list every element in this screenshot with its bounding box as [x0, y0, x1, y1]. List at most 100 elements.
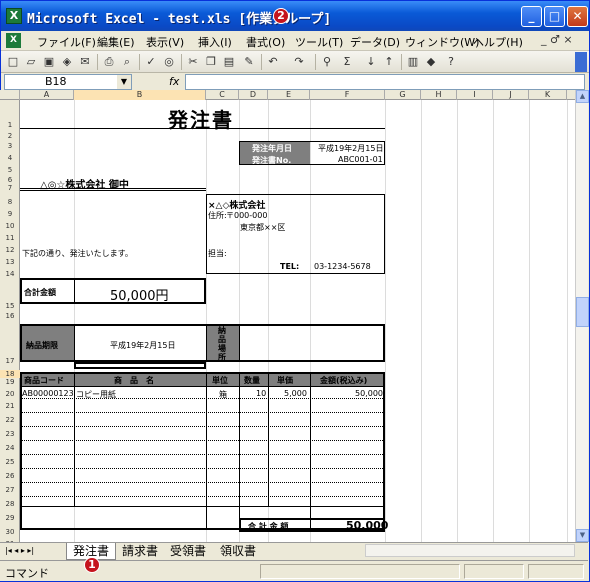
toolbar-options-icon[interactable] — [575, 52, 587, 72]
row-header[interactable]: 4 — [0, 154, 20, 166]
column-header-i[interactable]: I — [457, 90, 493, 100]
column-header-c[interactable]: C — [206, 90, 239, 100]
row-header[interactable]: 23 — [0, 430, 20, 444]
open-icon[interactable]: ▱ — [23, 54, 39, 70]
item-name: コピー用紙 — [76, 390, 116, 399]
row-header[interactable]: 13 — [0, 258, 20, 270]
redo-icon[interactable]: ↷ — [291, 54, 307, 70]
format-painter-icon[interactable]: ✎ — [241, 54, 257, 70]
row-header[interactable]: 15 — [0, 282, 20, 312]
row-header[interactable]: 17 — [0, 326, 20, 370]
permission-icon[interactable]: ◈ — [59, 54, 75, 70]
excel-app-icon[interactable]: X — [6, 8, 22, 24]
menu-tools[interactable]: ツール(T) — [295, 34, 343, 50]
row-header[interactable]: 5 — [0, 166, 20, 176]
order-date-value: 平成19年2月15日 — [318, 144, 384, 153]
hyperlink-icon[interactable]: ⚲ — [319, 54, 335, 70]
row-header[interactable]: 20 — [0, 390, 20, 402]
menu-window[interactable]: ウィンドウ(W) — [405, 34, 479, 50]
close-button[interactable]: ✕ — [567, 6, 588, 27]
row-header[interactable]: 29 — [0, 514, 20, 528]
undo-icon[interactable]: ↶ — [265, 54, 281, 70]
sort-ascending-icon[interactable]: ↓ — [363, 54, 379, 70]
scroll-thumb[interactable] — [576, 297, 589, 327]
menu-file[interactable]: ファイル(F) — [37, 34, 96, 50]
document-icon[interactable]: X — [6, 33, 21, 48]
row-header[interactable]: 11 — [0, 234, 20, 246]
row-header[interactable]: 14 — [0, 270, 20, 282]
column-header-b[interactable]: B — [74, 90, 206, 100]
tab-invoice[interactable]: 請求書 — [116, 543, 164, 560]
column-header-e[interactable]: E — [268, 90, 310, 100]
help-icon[interactable]: ? — [443, 54, 459, 70]
menu-edit[interactable]: 編集(E) — [97, 34, 135, 50]
worksheet-grid[interactable]: A B C D E F G H I J K 1 2 3 4 5 6 7 8 9 … — [0, 90, 575, 542]
row-header[interactable]: 3 — [0, 142, 20, 154]
chart-wizard-icon[interactable]: ▥ — [405, 54, 421, 70]
formula-input[interactable] — [185, 74, 585, 90]
tab-navigation-icons[interactable]: |◂ ◂ ▸ ▸| — [5, 546, 34, 555]
vertical-scrollbar[interactable]: ▲ ▼ — [575, 90, 589, 542]
column-header-d[interactable]: D — [239, 90, 268, 100]
horizontal-scrollbar[interactable] — [365, 544, 575, 557]
print-icon[interactable]: ⎙ — [101, 54, 117, 70]
print-preview-icon[interactable]: ⌕ — [119, 54, 135, 70]
row-header[interactable]: 28 — [0, 500, 20, 514]
copy-icon[interactable]: ❐ — [203, 54, 219, 70]
minimize-button[interactable]: _ — [521, 6, 542, 27]
row-header[interactable]: 19 — [0, 378, 20, 390]
active-cell-b18[interactable] — [74, 362, 206, 369]
status-panel — [528, 564, 584, 579]
function-icon[interactable]: fx — [169, 75, 179, 88]
row-header[interactable]: 10 — [0, 222, 20, 234]
row-header[interactable]: 30 — [0, 528, 20, 540]
column-header-f[interactable]: F — [310, 90, 385, 100]
menu-help[interactable]: ヘルプ(H) — [473, 34, 523, 50]
row-header[interactable]: 22 — [0, 416, 20, 430]
row-header[interactable]: 26 — [0, 472, 20, 486]
row-header[interactable]: 24 — [0, 444, 20, 458]
save-icon[interactable]: ▣ — [41, 54, 57, 70]
drawing-icon[interactable]: ◆ — [423, 54, 439, 70]
tab-payment-receipt[interactable]: 領収書 — [214, 543, 262, 560]
document-window-controls[interactable]: _ ♂ × — [541, 33, 573, 46]
row-header[interactable]: 21 — [0, 402, 20, 416]
table-row-line — [20, 506, 385, 507]
column-header-j[interactable]: J — [493, 90, 529, 100]
scroll-down-icon[interactable]: ▼ — [576, 529, 589, 542]
scroll-up-icon[interactable]: ▲ — [576, 90, 589, 103]
menu-view[interactable]: 表示(V) — [146, 34, 184, 50]
column-header-g[interactable]: G — [385, 90, 421, 100]
row-header[interactable]: 1 — [0, 100, 20, 132]
select-all-corner[interactable] — [0, 90, 20, 100]
new-icon[interactable]: □ — [5, 54, 21, 70]
row-header[interactable]: 12 — [0, 246, 20, 258]
menu-data[interactable]: データ(D) — [350, 34, 400, 50]
row-header[interactable]: 6 — [0, 176, 20, 184]
name-box[interactable]: B18 ▼ — [4, 74, 132, 90]
maximize-button[interactable]: □ — [544, 6, 565, 27]
chevron-down-icon[interactable]: ▼ — [117, 75, 131, 89]
column-header-a[interactable]: A — [20, 90, 74, 100]
autosum-icon[interactable]: Σ — [339, 54, 355, 70]
sort-descending-icon[interactable]: ↑ — [381, 54, 397, 70]
menu-insert[interactable]: 挿入(I) — [198, 34, 232, 50]
paste-icon[interactable]: ▤ — [221, 54, 237, 70]
column-header-k[interactable]: K — [529, 90, 567, 100]
row-header[interactable]: 16 — [0, 312, 20, 326]
menu-format[interactable]: 書式(O) — [246, 34, 285, 50]
row-header[interactable]: 9 — [0, 210, 20, 222]
row-header[interactable]: 25 — [0, 458, 20, 472]
cut-icon[interactable]: ✂ — [185, 54, 201, 70]
row-header[interactable]: 18 — [0, 370, 20, 378]
column-header-h[interactable]: H — [421, 90, 457, 100]
row-header[interactable]: 8 — [0, 198, 20, 210]
tab-receipt[interactable]: 受領書 — [164, 543, 212, 560]
spelling-icon[interactable]: ✓ — [143, 54, 159, 70]
row-header[interactable]: 27 — [0, 486, 20, 500]
research-icon[interactable]: ◎ — [161, 54, 177, 70]
row-header[interactable]: 7 — [0, 184, 20, 198]
total-amount-value: 50,000円 — [110, 289, 169, 304]
row-header[interactable]: 2 — [0, 132, 20, 142]
email-icon[interactable]: ✉ — [77, 54, 93, 70]
